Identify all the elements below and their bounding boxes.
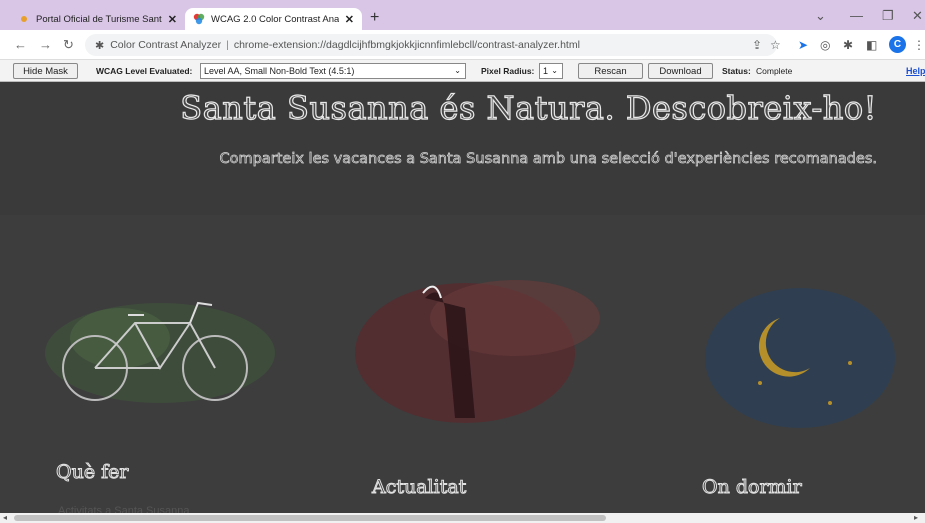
rescan-button[interactable]: Rescan bbox=[578, 63, 643, 79]
tab-close-icon[interactable]: ✕ bbox=[345, 13, 354, 26]
pixel-radius-value: 1 bbox=[543, 66, 549, 76]
share-icon[interactable]: ⇪ bbox=[752, 38, 762, 52]
address-bar[interactable]: ✱ Color Contrast Analyzer | chrome-exten… bbox=[85, 34, 777, 56]
close-window-icon[interactable]: ✕ bbox=[912, 8, 923, 24]
minimize-icon[interactable]: — bbox=[850, 8, 863, 23]
column-subtitle-que-fer: Activitats a Santa Susanna bbox=[58, 505, 190, 513]
url-text: chrome-extension://dagdlcijhfbmgkjokkjic… bbox=[233, 39, 580, 51]
moon-icon[interactable] bbox=[700, 273, 900, 438]
url-separator: | bbox=[226, 39, 229, 51]
menu-kebab-icon[interactable]: ⋮ bbox=[913, 38, 925, 52]
site-favicon-icon bbox=[18, 13, 30, 25]
extension-bird-icon[interactable]: ➤ bbox=[798, 38, 808, 52]
bicycle-icon[interactable] bbox=[40, 283, 280, 418]
color-wheel-icon bbox=[193, 13, 205, 25]
tab-strip: Portal Oficial de Turisme Santa S... ✕ W… bbox=[0, 0, 925, 30]
status-label: Status: bbox=[722, 66, 751, 76]
wcag-level-select[interactable]: Level AA, Small Non-Bold Text (4.5:1) ⌄ bbox=[200, 63, 466, 79]
wcag-level-label: WCAG Level Evaluated: bbox=[96, 66, 193, 76]
news-icon[interactable] bbox=[345, 268, 605, 433]
hide-mask-button[interactable]: Hide Mask bbox=[13, 63, 78, 79]
tab-close-icon[interactable]: ✕ bbox=[168, 13, 177, 26]
extension-circle-icon[interactable]: ◎ bbox=[820, 38, 830, 52]
help-link[interactable]: Help bbox=[906, 66, 925, 76]
extensions-puzzle-icon[interactable]: ✱ bbox=[843, 38, 853, 52]
tab-portal-turisme[interactable]: Portal Oficial de Turisme Santa S... ✕ bbox=[10, 8, 185, 30]
column-title-on-dormir[interactable]: On dormir bbox=[702, 476, 803, 499]
back-icon[interactable]: ← bbox=[14, 37, 27, 52]
hero-subtitle: Comparteix les vacances a Santa Susanna … bbox=[219, 151, 877, 168]
reload-icon[interactable]: ↻ bbox=[63, 37, 74, 53]
status-value: Complete bbox=[756, 66, 793, 76]
tab-title: WCAG 2.0 Color Contrast Analyz... bbox=[211, 13, 339, 25]
wcag-level-value: Level AA, Small Non-Bold Text (4.5:1) bbox=[204, 66, 355, 76]
pixel-radius-select[interactable]: 1 ⌄ bbox=[539, 63, 563, 79]
bookmark-star-icon[interactable]: ☆ bbox=[770, 38, 781, 52]
scroll-right-icon[interactable]: ▸ bbox=[914, 513, 918, 522]
new-tab-icon[interactable]: + bbox=[370, 9, 379, 27]
side-panel-icon[interactable]: ◧ bbox=[866, 38, 877, 52]
pixel-radius-label: Pixel Radius: bbox=[481, 66, 535, 76]
browser-toolbar: ← → ↻ ✱ Color Contrast Analyzer | chrome… bbox=[0, 30, 925, 60]
column-title-actualitat[interactable]: Actualitat bbox=[371, 476, 466, 499]
scroll-left-icon[interactable]: ◂ bbox=[3, 513, 7, 522]
page-content: Santa Susanna és Natura. Descobreix-ho! … bbox=[0, 83, 925, 513]
download-button[interactable]: Download bbox=[648, 63, 713, 79]
scrollbar-thumb[interactable] bbox=[14, 515, 606, 521]
hero-banner: Santa Susanna és Natura. Descobreix-ho! … bbox=[0, 83, 925, 215]
restore-icon[interactable]: ❐ bbox=[882, 8, 894, 24]
extension-puzzle-icon: ✱ bbox=[95, 39, 105, 52]
tab-title: Portal Oficial de Turisme Santa S... bbox=[36, 13, 162, 25]
tab-contrast-analyzer[interactable]: WCAG 2.0 Color Contrast Analyz... ✕ bbox=[185, 8, 362, 30]
column-title-que-fer[interactable]: Què fer bbox=[55, 461, 128, 484]
hero-title: Santa Susanna és Natura. Descobreix-ho! bbox=[180, 88, 877, 127]
tab-search-icon[interactable]: ⌄ bbox=[815, 8, 826, 24]
forward-icon[interactable]: → bbox=[39, 37, 52, 52]
chevron-down-icon: ⌄ bbox=[454, 66, 461, 75]
contrast-analyzer-bar: Hide Mask WCAG Level Evaluated: Level AA… bbox=[0, 60, 925, 82]
profile-avatar[interactable]: C bbox=[889, 36, 906, 53]
url-prefix: Color Contrast Analyzer bbox=[110, 39, 222, 51]
chevron-down-icon: ⌄ bbox=[551, 66, 558, 75]
horizontal-scrollbar[interactable]: ◂ ▸ bbox=[0, 513, 925, 523]
